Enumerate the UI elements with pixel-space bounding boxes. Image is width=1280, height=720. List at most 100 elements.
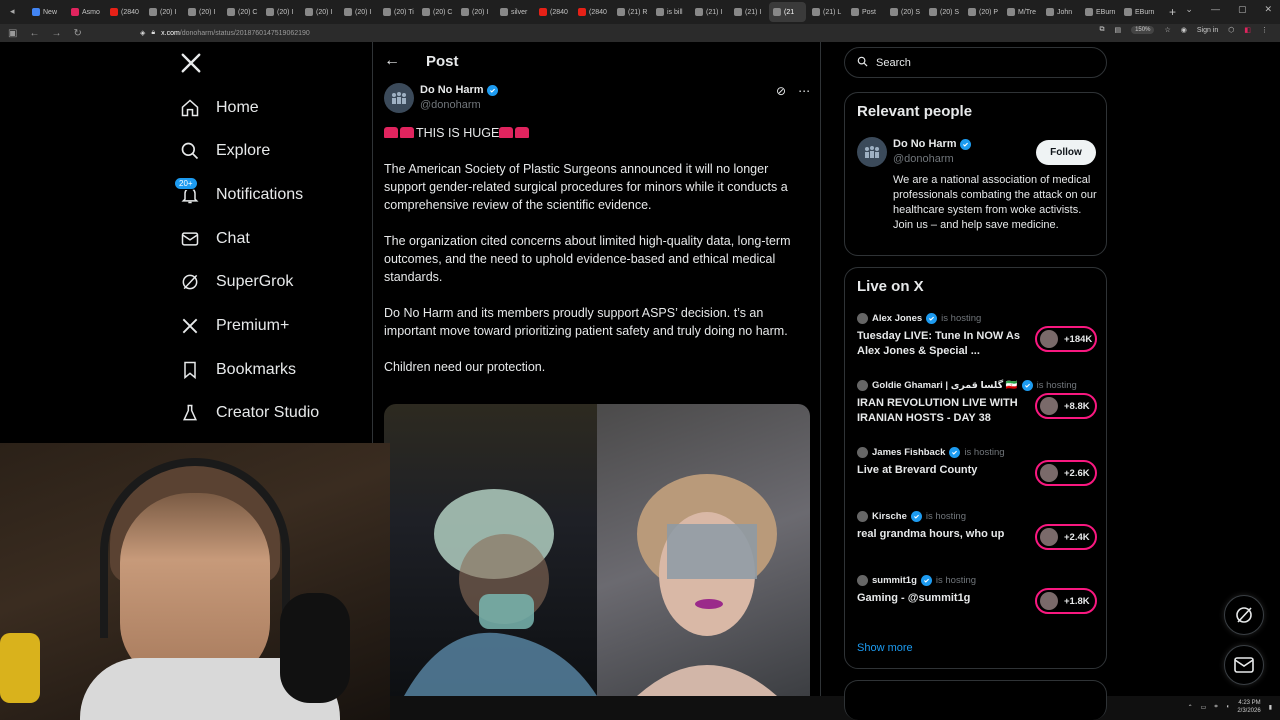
author-name[interactable]: Do No Harm: [420, 83, 484, 98]
live-listeners-pill[interactable]: +2.6K: [1035, 460, 1097, 486]
show-more-link[interactable]: Show more: [857, 642, 913, 654]
host-name[interactable]: James Fishback: [872, 447, 945, 458]
browser-tab[interactable]: (21) I: [691, 2, 728, 22]
browser-tab[interactable]: (20) C: [418, 2, 455, 22]
maximize-button[interactable]: ▢: [1238, 4, 1247, 15]
live-item[interactable]: Goldie Ghamari | گلسا قمری 🇮🇷 is hosting I…: [857, 380, 1097, 426]
extensions-icon[interactable]: ⬡: [1228, 26, 1234, 34]
browser-tab[interactable]: (20) I: [262, 2, 299, 22]
sign-in-button[interactable]: Sign in: [1197, 27, 1218, 34]
relevant-avatar[interactable]: [857, 137, 887, 167]
browser-tab[interactable]: (20) I: [145, 2, 182, 22]
browser-tab[interactable]: (20) S: [886, 2, 923, 22]
nav-item-premium[interactable]: Premium+: [180, 316, 289, 336]
star-icon[interactable]: ☆: [1164, 26, 1170, 34]
nav-item-bookmarks[interactable]: Bookmarks: [180, 360, 296, 380]
browser-tab[interactable]: New: [28, 2, 65, 22]
clock[interactable]: 4:23 PM 2/3/2026: [1237, 699, 1260, 715]
browser-tab[interactable]: (20) S: [925, 2, 962, 22]
url-field[interactable]: ◈ 🔒︎ x.com/donoharm/status/2018760147519…: [140, 26, 1150, 40]
browser-tab[interactable]: (2840: [535, 2, 572, 22]
network-icon[interactable]: ⌗: [1214, 704, 1217, 711]
grok-icon[interactable]: ⊘: [776, 84, 786, 98]
author-handle[interactable]: @donoharm: [420, 98, 498, 113]
screenshot-icon[interactable]: ⧉: [1099, 26, 1104, 34]
browser-tab[interactable]: (2840: [106, 2, 143, 22]
reader-icon[interactable]: ▤: [1114, 26, 1121, 34]
browser-tab[interactable]: (20) I: [457, 2, 494, 22]
nav-item-supergrok[interactable]: SuperGrok: [180, 272, 293, 292]
live-listeners-pill[interactable]: +8.8K: [1035, 393, 1097, 419]
browser-tab[interactable]: (2840: [574, 2, 611, 22]
minimize-button[interactable]: —: [1211, 4, 1220, 15]
host-name[interactable]: Kirsche: [872, 511, 907, 522]
browser-tab[interactable]: (20) I: [340, 2, 377, 22]
relevant-handle[interactable]: @donoharm: [893, 152, 971, 167]
host-name[interactable]: Alex Jones: [872, 313, 922, 324]
browser-tab[interactable]: M/Tre: [1003, 2, 1040, 22]
browser-tab[interactable]: Post: [847, 2, 884, 22]
new-tab-button[interactable]: +: [1169, 5, 1176, 19]
live-item[interactable]: Kirsche is hosting real grandma hours, who…: [857, 511, 1097, 550]
reload-button[interactable]: ↻: [73, 28, 81, 39]
display-icon[interactable]: ▭: [1201, 704, 1207, 711]
live-item[interactable]: summit1g is hosting Gaming - @summit1g +1.8…: [857, 575, 1097, 614]
browser-tab[interactable]: EBurn: [1081, 2, 1118, 22]
messages-fab-button[interactable]: [1224, 645, 1264, 685]
volume-icon[interactable]: ◖: [1226, 704, 1230, 710]
tab-search-icon[interactable]: ⌄: [1185, 4, 1193, 15]
browser-tab[interactable]: (20) P: [964, 2, 1001, 22]
live-listeners-pill[interactable]: +1.8K: [1035, 588, 1097, 614]
host-avatar: [857, 575, 868, 586]
lock-icon[interactable]: 🔒︎: [151, 29, 155, 37]
nav-item-creator-studio[interactable]: Creator Studio: [180, 403, 319, 423]
back-arrow-icon[interactable]: ←: [384, 52, 400, 70]
follow-button[interactable]: Follow: [1036, 140, 1096, 165]
close-window-button[interactable]: ✕: [1264, 4, 1272, 15]
browser-tab[interactable]: (20) Ti: [379, 2, 416, 22]
x-logo-icon[interactable]: [180, 52, 202, 74]
grok-fab-button[interactable]: [1224, 595, 1264, 635]
live-item[interactable]: Alex Jones is hosting Tuesday LIVE: Tune I…: [857, 313, 1097, 359]
host-name[interactable]: summit1g: [872, 575, 917, 586]
extension-badge-icon[interactable]: ◧: [1244, 26, 1251, 34]
browser-tab[interactable]: EBurn: [1120, 2, 1157, 22]
browser-tab[interactable]: (20) I: [184, 2, 221, 22]
nav-item-explore[interactable]: Explore: [180, 141, 270, 161]
nav-item-notifications[interactable]: 20+ Notifications: [174, 177, 303, 205]
menu-icon[interactable]: ⋮: [1261, 26, 1268, 34]
browser-tab[interactable]: (21) I: [730, 2, 767, 22]
browser-tab[interactable]: (21) L: [808, 2, 845, 22]
back-button[interactable]: ←: [29, 28, 39, 39]
browser-tab[interactable]: (20) C: [223, 2, 260, 22]
zoom-level[interactable]: 150%: [1131, 26, 1155, 34]
live-listeners-pill[interactable]: +184K: [1035, 326, 1097, 352]
browser-tab[interactable]: (21: [769, 2, 806, 22]
nav-item-chat[interactable]: Chat: [180, 229, 250, 249]
forward-button[interactable]: →: [51, 28, 61, 39]
browser-tab[interactable]: John: [1042, 2, 1079, 22]
live-listeners-pill[interactable]: +2.4K: [1035, 524, 1097, 550]
shield-icon[interactable]: ◈: [140, 29, 145, 37]
tab-scroll-left-icon[interactable]: ◂: [10, 6, 15, 17]
relevant-person[interactable]: Do No Harm @donoharm: [857, 137, 971, 167]
search-input[interactable]: Search: [844, 47, 1107, 78]
author-avatar[interactable]: [384, 83, 414, 113]
post-author[interactable]: Do No Harm @donoharm: [384, 83, 498, 113]
browser-tab[interactable]: silver: [496, 2, 533, 22]
browser-tab[interactable]: (20) I: [301, 2, 338, 22]
live-item[interactable]: James Fishback is hosting Live at Brevard …: [857, 447, 1097, 486]
browser-tab[interactable]: Asmo: [67, 2, 104, 22]
post-media-image[interactable]: [384, 404, 810, 696]
browser-tab[interactable]: (21) R: [613, 2, 650, 22]
more-options-icon[interactable]: ⋯: [798, 84, 810, 98]
notification-center-icon[interactable]: ▮: [1269, 704, 1272, 711]
browser-tab[interactable]: is bill: [652, 2, 689, 22]
profile-icon[interactable]: ◉: [1181, 26, 1187, 34]
sidebar-toggle-icon[interactable]: ▣: [8, 28, 17, 39]
nav-item-home[interactable]: Home: [180, 98, 259, 118]
host-name[interactable]: Goldie Ghamari | گلسا قمری 🇮🇷: [872, 380, 1018, 391]
x-icon: [461, 8, 469, 16]
tray-chevron-icon[interactable]: ⌃: [1188, 704, 1193, 711]
relevant-name[interactable]: Do No Harm: [893, 137, 957, 152]
